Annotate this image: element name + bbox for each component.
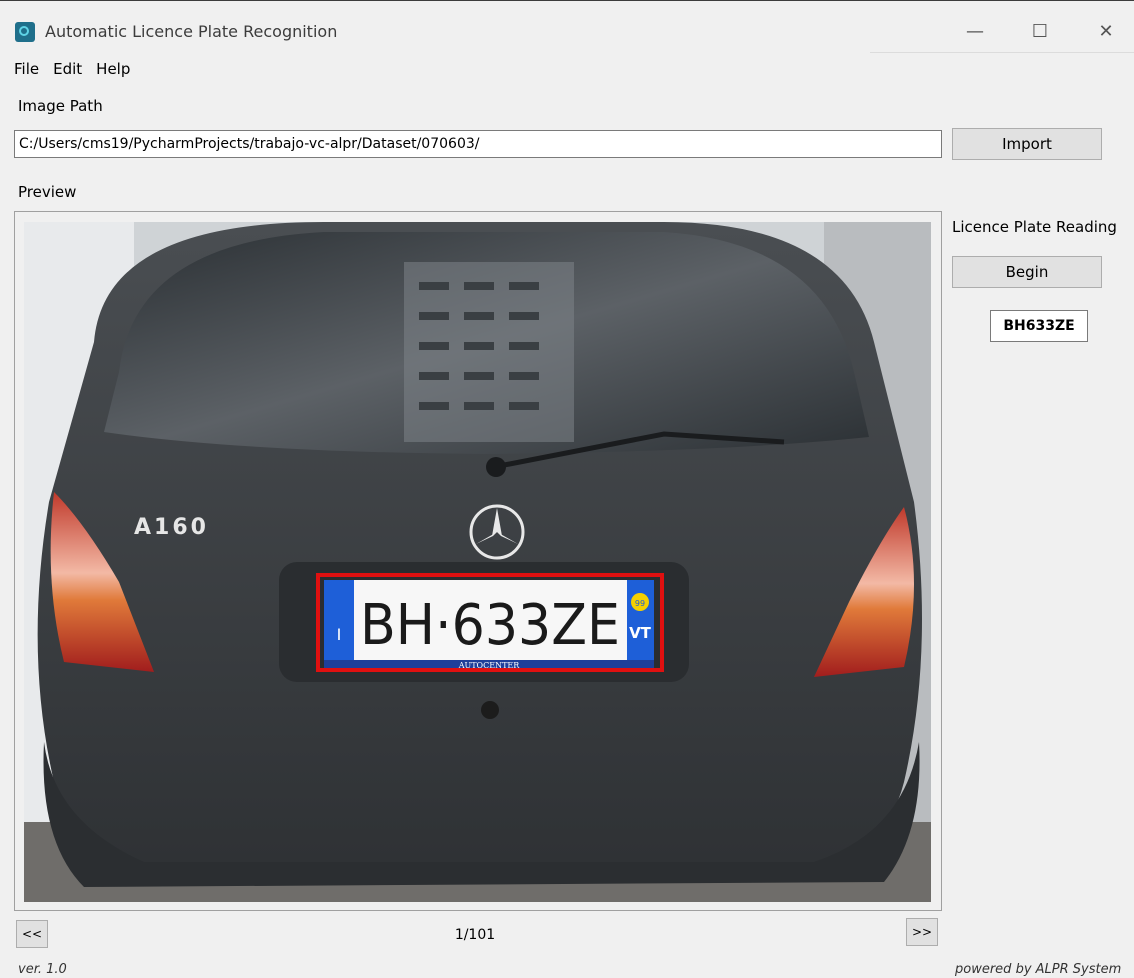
window-title: Automatic Licence Plate Recognition (45, 22, 338, 41)
powered-by-label: powered by ALPR System (955, 962, 1122, 977)
previous-image-button[interactable]: << (16, 920, 48, 948)
preview-label: Preview (18, 183, 77, 201)
svg-text:99: 99 (635, 599, 645, 608)
version-label: ver. 1.0 (18, 962, 67, 977)
menu-edit[interactable]: Edit (53, 58, 82, 80)
image-path-input[interactable] (14, 130, 942, 158)
maximize-button[interactable]: ☐ (1020, 20, 1060, 44)
import-button[interactable]: Import (952, 128, 1102, 160)
model-badge: A160 (134, 515, 209, 540)
begin-button[interactable]: Begin (952, 256, 1102, 288)
menu-help[interactable]: Help (96, 58, 130, 80)
image-path-label: Image Path (18, 97, 103, 115)
menu-bar: File Edit Help (14, 58, 144, 80)
minimize-button[interactable]: — (955, 20, 995, 44)
app-icon (15, 22, 35, 42)
plate-reading-result: BH633ZE (990, 310, 1088, 342)
licence-plate: I 99 VT BH·633ZE AUTOCENTER (324, 580, 654, 670)
image-counter: 1/101 (454, 927, 496, 943)
title-divider (870, 52, 1134, 53)
close-button[interactable]: ✕ (1086, 20, 1126, 44)
preview-image: A160 I 99 VT BH·633ZE AUTOCENTER (24, 222, 931, 902)
plate-text: BH·633ZE (360, 593, 620, 658)
svg-text:I: I (337, 625, 342, 644)
menu-file[interactable]: File (14, 58, 39, 80)
licence-plate-reading-label: Licence Plate Reading (952, 218, 1117, 236)
svg-text:VT: VT (629, 624, 652, 642)
next-image-button[interactable]: >> (906, 918, 938, 946)
